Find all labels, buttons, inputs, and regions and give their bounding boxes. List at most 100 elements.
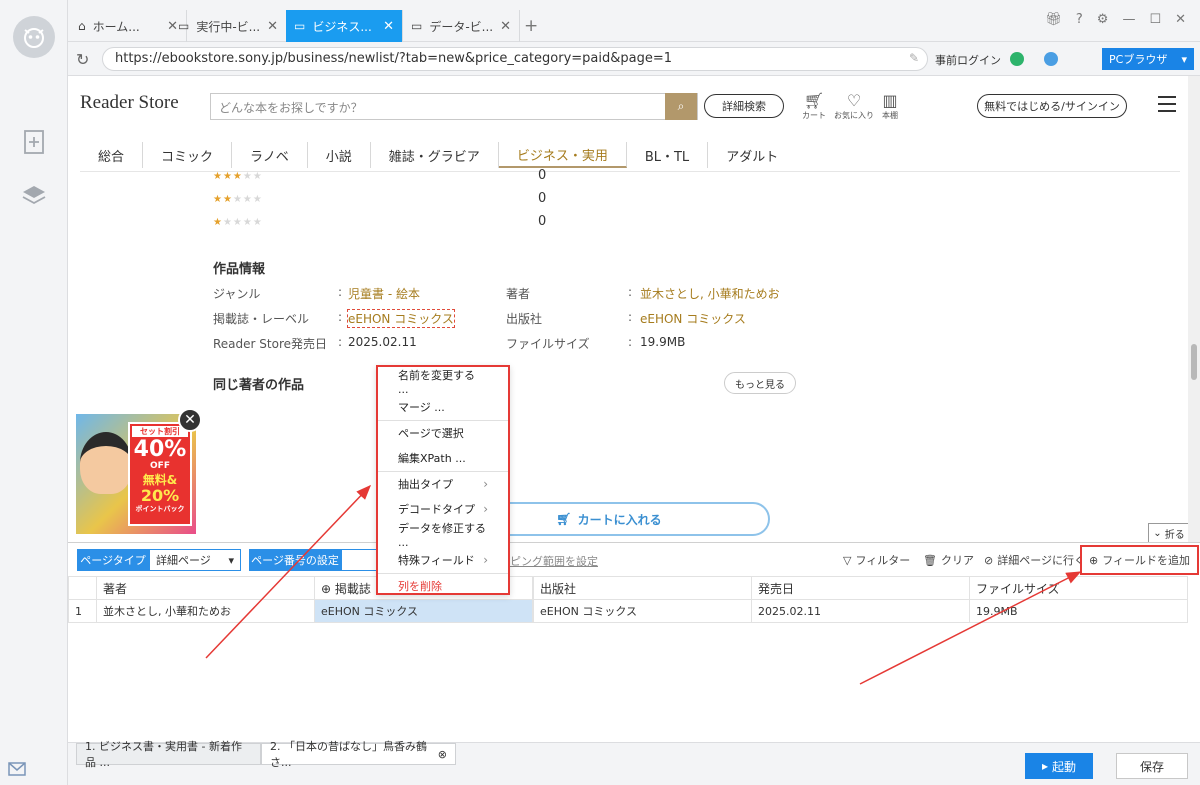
publisher-value[interactable]: eEHON コミックス	[640, 310, 746, 327]
reload-icon[interactable]: ↻	[76, 50, 89, 69]
chevron-down-icon: ▾	[1181, 52, 1187, 66]
category-bltl[interactable]: BL・TL	[627, 142, 709, 168]
cart-icon: 🛒︎	[803, 91, 825, 110]
table-row[interactable]: 1 並木さとし, 小華和ためお eEHON コミックス eEHON コミックス …	[68, 599, 1188, 623]
add-field-button[interactable]: ⊕ フィールドを追加	[1080, 545, 1199, 575]
plus-circle-icon: ⊕	[1089, 553, 1099, 567]
rating-3-count: 0	[538, 168, 547, 183]
site-logo[interactable]: Reader Store	[80, 92, 179, 114]
new-task-icon[interactable]	[20, 128, 48, 156]
close-icon[interactable]: ⊗	[438, 748, 447, 761]
tab-running[interactable]: ▭ 実行中-ビ... ✕	[170, 10, 287, 42]
menu-select-on-page[interactable]: ページで選択	[378, 420, 508, 446]
category-nav: 総合 コミック ラノベ 小説 雑誌・グラビア ビジネス・実用 BL・TL アダル…	[80, 138, 1180, 172]
run-button[interactable]: ▸ 起動	[1025, 753, 1093, 779]
site-search-input[interactable]: どんな本をお探しですか？	[210, 93, 698, 120]
menu-merge[interactable]: マージ ...	[378, 395, 508, 421]
category-comic[interactable]: コミック	[143, 142, 233, 168]
clear-button[interactable]: 🗑︎ クリア	[923, 552, 974, 568]
scroll-range-link[interactable]: ピング範囲を設定	[510, 553, 598, 569]
menu-special-field[interactable]: 特殊フィールド ›	[378, 548, 508, 574]
page-icon: ▭	[411, 19, 423, 33]
close-icon[interactable]: ✕	[500, 19, 511, 34]
app-logo[interactable]	[13, 16, 55, 58]
label-label: 掲載誌・レーベル	[213, 312, 310, 326]
promo-banner[interactable]: セット割引 40% OFF 無料& 20% ポイントバック	[76, 414, 196, 534]
gear-icon[interactable]: ⚙	[1097, 12, 1109, 27]
signup-button[interactable]: 無料ではじめる/サインイン	[977, 94, 1127, 118]
genre-label: ジャンル	[213, 287, 261, 301]
menu-decode-type[interactable]: デコードタイプ ›	[378, 497, 508, 523]
column-header-filesize[interactable]: ファイルサイズ	[969, 576, 1188, 600]
column-header-release[interactable]: 発売日	[751, 576, 970, 600]
detail-search-button[interactable]: 詳細検索	[704, 94, 784, 118]
mail-icon[interactable]	[8, 760, 26, 778]
column-header-index	[68, 576, 97, 600]
tab-bar: ⌂ ホーム... ✕ ▭ 実行中-ビ... ✕ ▭ ビジネス... ✕ ▭ デー…	[68, 0, 1200, 42]
rating-2-count: 0	[538, 191, 547, 206]
publisher-label: 出版社	[506, 312, 543, 326]
page-scrollbar[interactable]	[1188, 76, 1200, 542]
filter-button[interactable]: ▽ フィルター	[843, 552, 910, 568]
play-icon: ▸	[1041, 759, 1048, 773]
category-lightnovel[interactable]: ラノベ	[232, 142, 308, 168]
close-window-icon[interactable]: ✕	[1175, 12, 1186, 27]
chevron-down-icon: ⌄	[1153, 527, 1162, 539]
menu-modify-data[interactable]: データを修正する ...	[378, 522, 508, 549]
task-tab-2[interactable]: 2. 「日本の昔ばなし」鳥香み鶴さ... ⊗	[261, 740, 456, 769]
goto-detail-button[interactable]: ⊘ 詳細ページに行く	[984, 552, 1085, 568]
category-adult[interactable]: アダルト	[708, 142, 796, 168]
minimize-icon[interactable]: —	[1122, 12, 1135, 27]
category-business[interactable]: ビジネス・実用	[498, 142, 627, 168]
shelf-link[interactable]: ▥ 本棚	[882, 92, 898, 121]
column-header-publisher[interactable]: 出版社	[533, 576, 752, 600]
author-label: 著者	[506, 287, 531, 301]
more-button[interactable]: もっと見る	[724, 372, 796, 394]
category-all[interactable]: 総合	[80, 142, 144, 168]
category-novel[interactable]: 小説	[308, 142, 371, 168]
close-icon[interactable]: ✕	[383, 19, 394, 34]
genre-value[interactable]: 児童書 - 絵本	[348, 285, 420, 302]
author-value[interactable]: 並木さとし, 小華和ためお	[640, 285, 780, 302]
fold-button[interactable]: ⌄ 折る	[1148, 523, 1188, 542]
release-label: Reader Store発売日	[213, 337, 328, 351]
task-tab-1[interactable]: 1. ビジネス書・実用書 - 新着作品 ...	[76, 740, 261, 769]
menu-edit-xpath[interactable]: 編集XPath ...	[378, 446, 508, 472]
help-icon[interactable]: ?	[1076, 12, 1083, 27]
label-value[interactable]: eEHON コミックス	[347, 309, 455, 328]
close-icon[interactable]: ✕	[267, 19, 278, 34]
pre-login-link[interactable]: 事前ログイン	[935, 52, 1001, 68]
menu-delete-column[interactable]: 列を削除	[378, 573, 508, 599]
column-context-menu: 名前を変更する ... マージ ... ページで選択 編集XPath ... 抽…	[376, 365, 510, 595]
save-button[interactable]: 保存	[1116, 753, 1188, 779]
tab-business[interactable]: ▭ ビジネス... ✕	[286, 10, 403, 42]
search-button[interactable]: ⌕	[665, 93, 697, 120]
menu-extract-type[interactable]: 抽出タイプ ›	[378, 471, 508, 497]
layers-icon[interactable]	[20, 182, 48, 210]
rating-1-count: 0	[538, 214, 547, 229]
menu-rename[interactable]: 名前を変更する ...	[378, 369, 508, 396]
chevron-right-icon: ›	[483, 502, 488, 517]
extension-blue-icon[interactable]	[1044, 52, 1058, 66]
column-header-author[interactable]: 著者	[96, 576, 315, 600]
chevron-down-icon: ▾	[228, 553, 234, 567]
menu-icon[interactable]	[1158, 96, 1176, 117]
close-ad-icon[interactable]: ✕	[178, 408, 202, 432]
page-type-select[interactable]: 詳細ページ ▾	[149, 549, 241, 571]
gift-icon[interactable]: 🎁︎	[1045, 12, 1062, 27]
tab-data[interactable]: ▭ データ-ビ... ✕	[403, 10, 520, 42]
category-magazine[interactable]: 雑誌・グラビア	[371, 142, 499, 168]
page-number-select[interactable]	[341, 549, 381, 571]
url-input[interactable]: https://ebookstore.sony.jp/business/newl…	[102, 47, 928, 71]
edit-icon[interactable]: ✎	[909, 51, 919, 65]
filter-icon: ▽	[843, 553, 852, 567]
release-value: 2025.02.11	[348, 335, 417, 349]
cart-link[interactable]: 🛒︎ カート	[802, 92, 826, 121]
favorite-link[interactable]: ♡ お気に入り	[834, 92, 874, 121]
pc-browser-dropdown[interactable]: PCブラウザ ▾	[1102, 48, 1194, 70]
extension-green-icon[interactable]	[1010, 52, 1024, 66]
crosshair-icon: ⊕	[321, 581, 332, 596]
maximize-icon[interactable]: ☐	[1149, 12, 1161, 27]
new-tab-button[interactable]: +	[524, 16, 538, 36]
manga-character-image	[80, 432, 132, 494]
